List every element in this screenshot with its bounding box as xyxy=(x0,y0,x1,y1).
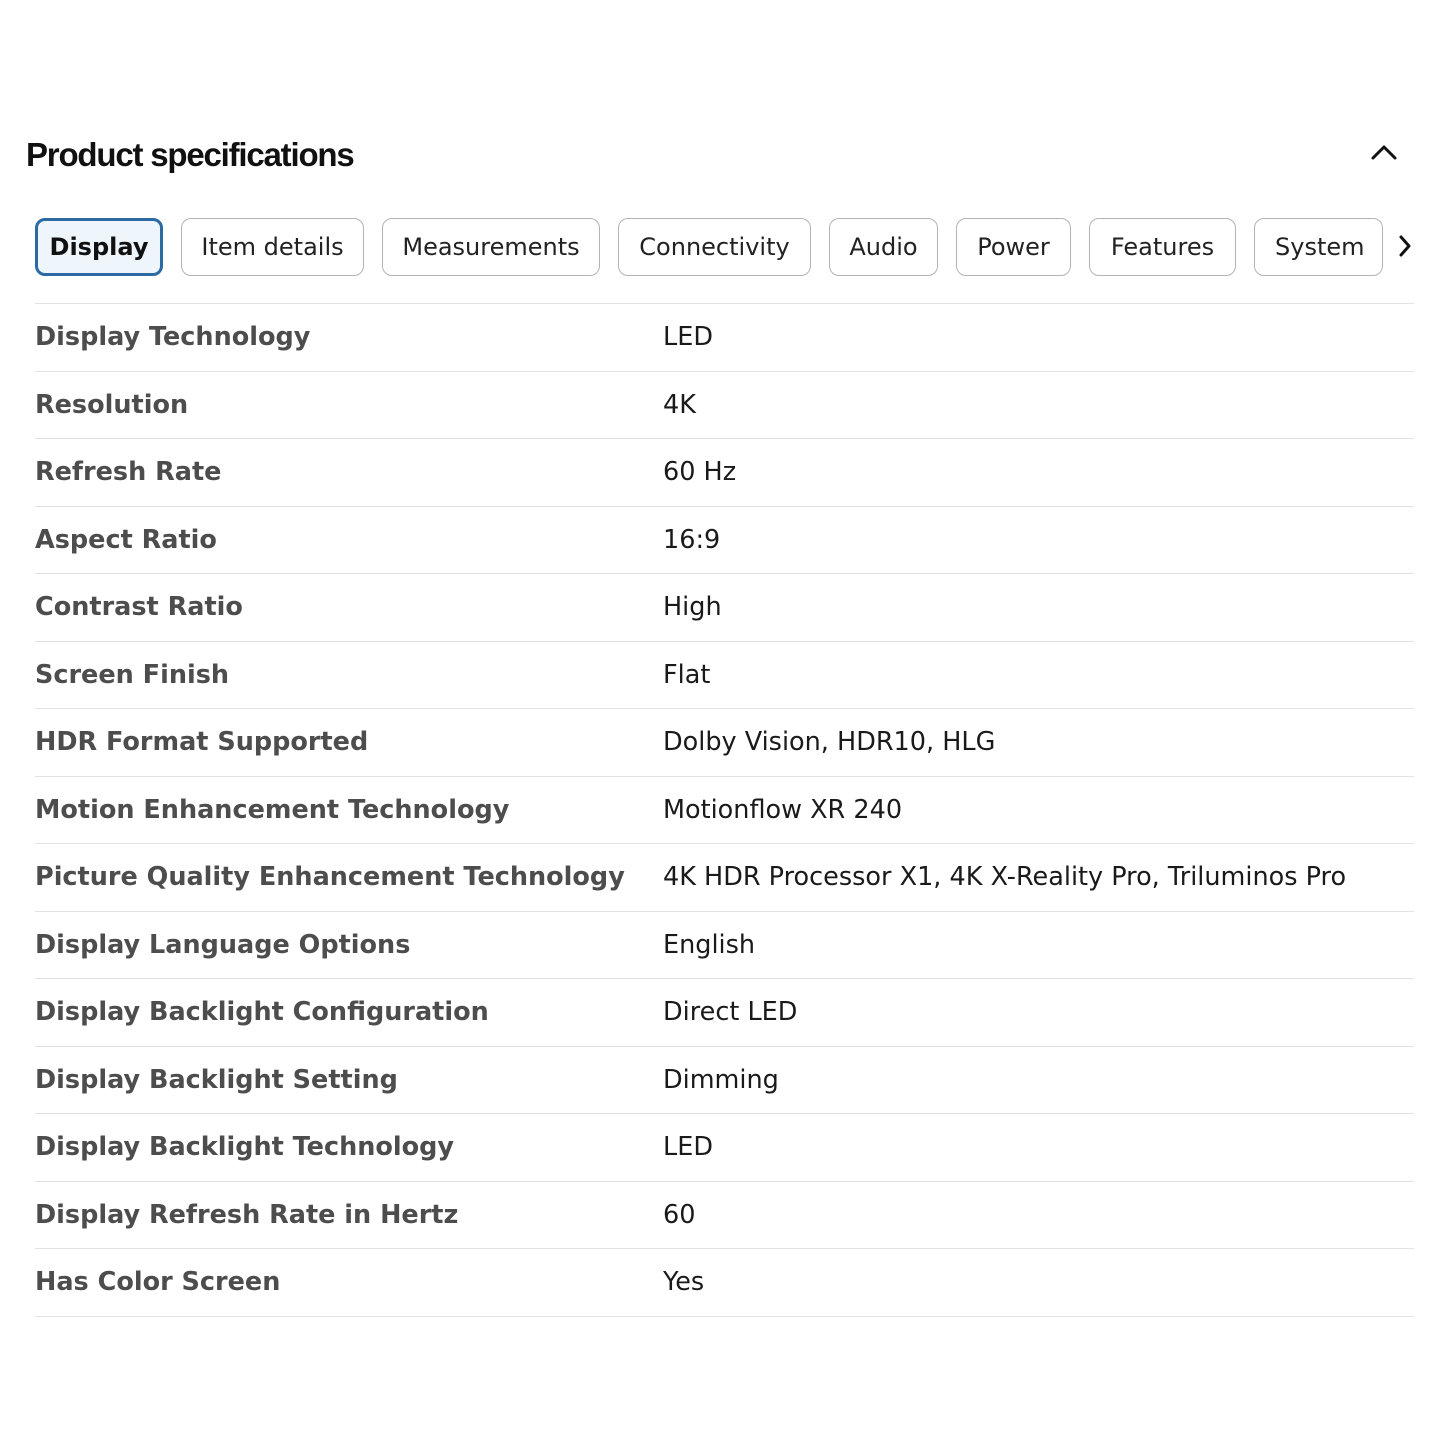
section-header: Product specifications xyxy=(26,132,1414,178)
spec-key: Display Refresh Rate in Hertz xyxy=(35,1199,459,1230)
spec-key: Picture Quality Enhancement Technology xyxy=(35,862,625,892)
spec-value: Flat xyxy=(663,659,711,690)
spec-key: Aspect Ratio xyxy=(35,524,217,555)
chevron-right-icon xyxy=(1399,235,1411,257)
table-row: Resolution 4K xyxy=(35,372,1414,439)
tab-display[interactable]: Display xyxy=(35,218,163,276)
spec-value: Motionflow XR 240 xyxy=(663,794,903,825)
collapse-button[interactable] xyxy=(1366,134,1402,170)
table-row: Picture Quality Enhancement Technology 4… xyxy=(35,844,1414,912)
section-title: Product specifications xyxy=(26,136,355,173)
table-row: Display Refresh Rate in Hertz 60 xyxy=(35,1182,1414,1249)
spec-value: 4K xyxy=(663,389,696,420)
spec-key: Has Color Screen xyxy=(35,1267,281,1297)
table-row: Display Backlight Setting Dimming xyxy=(35,1047,1414,1114)
spec-value: LED xyxy=(663,1132,713,1162)
table-row: Display Language Options English xyxy=(35,912,1414,979)
spec-key: Display Backlight Technology xyxy=(35,1132,455,1162)
spec-key: Refresh Rate xyxy=(35,457,222,487)
spec-key: Motion Enhancement Technology xyxy=(35,794,510,825)
spec-key: Resolution xyxy=(35,389,189,420)
table-row: Display Technology LED xyxy=(35,304,1414,372)
table-row: Contrast Ratio High xyxy=(35,574,1414,642)
tab-measurements[interactable]: Measurements xyxy=(382,218,600,276)
spec-value: Dimming xyxy=(663,1064,779,1095)
spec-value: Dolby Vision, HDR10, HLG xyxy=(663,727,996,757)
spec-value: LED xyxy=(663,322,713,352)
spec-table: Display Technology LED Resolution 4K Ref… xyxy=(35,303,1414,1317)
spec-tabs: Display Item details Measurements Connec… xyxy=(35,217,1425,277)
table-row: Has Color Screen Yes xyxy=(35,1249,1414,1317)
tab-audio[interactable]: Audio xyxy=(829,218,938,276)
tab-connectivity[interactable]: Connectivity xyxy=(618,218,811,276)
spec-value: 16:9 xyxy=(663,524,721,555)
chevron-up-icon xyxy=(1371,145,1397,160)
table-row: Aspect Ratio 16:9 xyxy=(35,507,1414,574)
spec-key: Screen Finish xyxy=(35,659,230,690)
tab-item-details[interactable]: Item details xyxy=(181,218,364,276)
spec-key: HDR Format Supported xyxy=(35,727,369,757)
tab-system[interactable]: System xyxy=(1254,218,1383,276)
spec-key: Display Technology xyxy=(35,322,311,352)
spec-value: 60 xyxy=(663,1199,696,1230)
spec-key: Display Backlight Setting xyxy=(35,1064,398,1095)
tab-features[interactable]: Features xyxy=(1089,218,1236,276)
table-row: Screen Finish Flat xyxy=(35,642,1414,709)
spec-value: 60 Hz xyxy=(663,457,737,487)
spec-value: High xyxy=(663,592,722,622)
spec-key: Display Language Options xyxy=(35,929,411,960)
table-row: Motion Enhancement Technology Motionflow… xyxy=(35,777,1414,844)
spec-value: Direct LED xyxy=(663,997,798,1027)
tab-power[interactable]: Power xyxy=(956,218,1071,276)
spec-value: 4K HDR Processor X1, 4K X-Reality Pro, T… xyxy=(663,862,1347,892)
table-row: Refresh Rate 60 Hz xyxy=(35,439,1414,507)
spec-value: English xyxy=(663,929,756,960)
spec-value: Yes xyxy=(663,1267,705,1297)
tabs-scroll-next-button[interactable] xyxy=(1390,217,1420,275)
table-row: Display Backlight Technology LED xyxy=(35,1114,1414,1182)
spec-key: Display Backlight Configuration xyxy=(35,997,489,1027)
table-row: Display Backlight Configuration Direct L… xyxy=(35,979,1414,1047)
table-row: HDR Format Supported Dolby Vision, HDR10… xyxy=(35,709,1414,777)
spec-key: Contrast Ratio xyxy=(35,592,243,622)
